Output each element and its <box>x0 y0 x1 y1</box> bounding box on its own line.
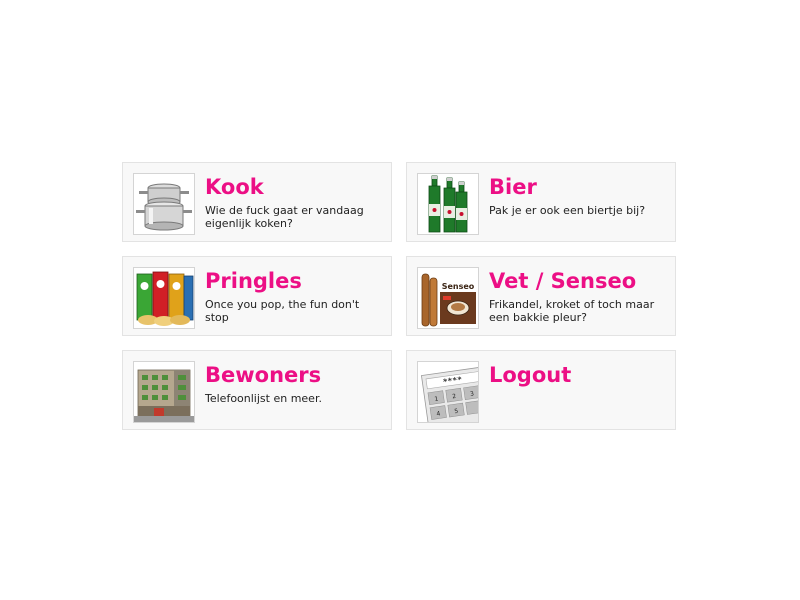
password-keypad-image: **** 1 2 3 4 5 <box>417 361 479 423</box>
apartment-building-image <box>133 361 195 423</box>
tile-description: Pak je er ook een biertje bij? <box>489 204 646 217</box>
snacks-senseo-image: Senseo <box>417 267 479 329</box>
tile-title[interactable]: Bewoners <box>205 361 321 389</box>
tile-title[interactable]: Logout <box>489 361 571 389</box>
tile-description: Wie de fuck gaat er vandaag eigenlijk ko… <box>205 204 364 230</box>
menu-tile-vet-senseo[interactable]: Senseo Vet / Senseo Frikandel, kroket of… <box>406 256 676 336</box>
menu-tile-bewoners[interactable]: Bewoners Telefoonlijst en meer. <box>122 350 392 430</box>
tile-title[interactable]: Pringles <box>205 267 302 295</box>
menu-tile-bier[interactable]: Bier Pak je er ook een biertje bij? <box>406 162 676 242</box>
tile-title[interactable]: Vet / Senseo <box>489 267 636 295</box>
menu-tile-pringles[interactable]: Pringles Once you pop, the fun don't sto… <box>122 256 392 336</box>
beer-bottles-image <box>417 173 479 235</box>
menu-tile-kook[interactable]: Kook Wie de fuck gaat er vandaag eigenli… <box>122 162 392 242</box>
tile-description: Once you pop, the fun don't stop <box>205 298 360 324</box>
tile-description: Frikandel, kroket of toch maar een bakki… <box>489 298 655 324</box>
menu-tile-logout[interactable]: **** 1 2 3 4 5 Logout <box>406 350 676 430</box>
pringles-cans-image <box>133 267 195 329</box>
cooking-pots-image <box>133 173 195 235</box>
tile-title[interactable]: Bier <box>489 173 537 201</box>
tile-description: Telefoonlijst en meer. <box>205 392 322 405</box>
svg-text:Senseo: Senseo <box>442 282 475 291</box>
tile-title[interactable]: Kook <box>205 173 264 201</box>
